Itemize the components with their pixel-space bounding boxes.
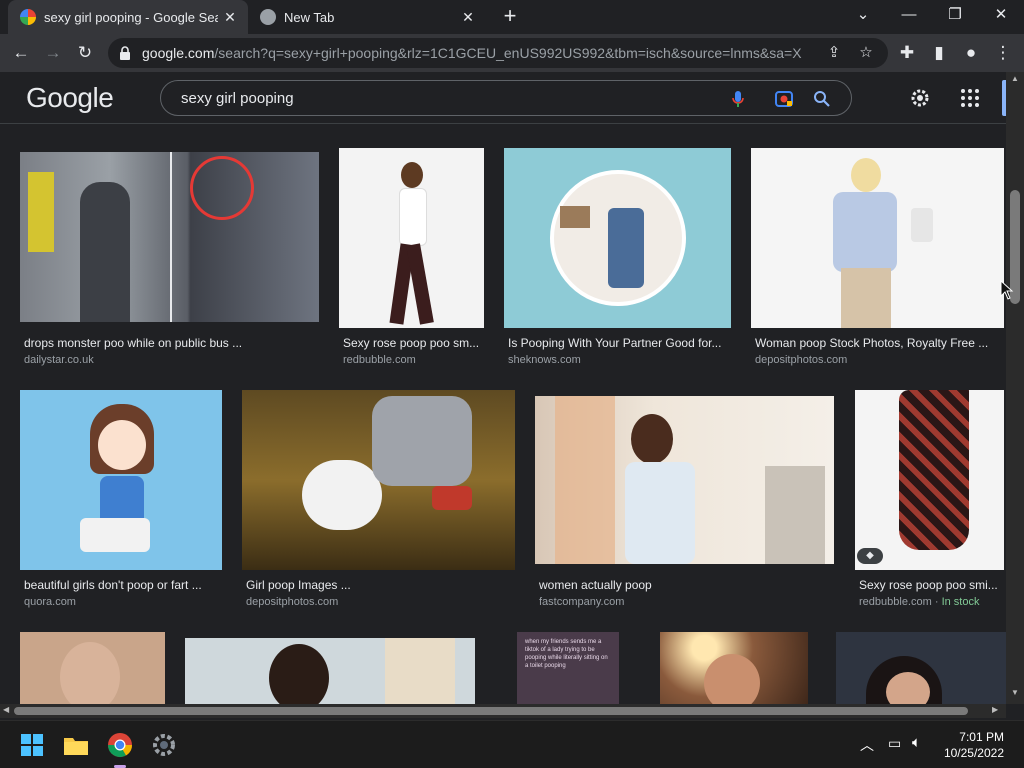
lock-icon [120, 46, 130, 60]
tab-title: New Tab [284, 9, 335, 25]
scroll-up-arrow-icon[interactable]: ▲ [1011, 74, 1019, 83]
taskbar-clock[interactable]: 7:01 PM 10/25/2022 [944, 729, 1004, 761]
side-panel-icon[interactable]: ▮ [926, 40, 952, 66]
scroll-down-arrow-icon[interactable]: ▼ [1011, 688, 1019, 697]
result-thumbnail[interactable] [242, 390, 515, 570]
new-tab-plus-icon[interactable]: + [498, 5, 522, 29]
result-caption[interactable]: Woman poop Stock Photos, Royalty Free ..… [755, 336, 1003, 350]
clock-time: 7:01 PM [959, 730, 1004, 744]
tab-new-tab[interactable]: New Tab ✕ [250, 0, 486, 34]
result-caption[interactable]: Sexy rose poop poo smi... [859, 578, 1005, 592]
windows-start-icon[interactable] [18, 731, 46, 759]
file-explorer-folder-icon[interactable] [62, 731, 90, 759]
reload-icon[interactable]: ↻ [72, 40, 98, 66]
vertical-scrollbar[interactable]: ▲ ▼ [1006, 72, 1024, 704]
close-tab-icon[interactable]: ✕ [456, 9, 480, 26]
result-thumbnail[interactable] [339, 148, 484, 328]
meme-text: when my friends sends me a tiktok of a l… [525, 639, 608, 669]
url-path: /search?q=sexy+girl+pooping&rlz=1C1GCEU_… [214, 45, 802, 61]
restore-icon[interactable]: ❐ [932, 0, 978, 32]
menu-kebab-icon[interactable]: ⋮ [990, 40, 1016, 66]
chrome-favicon-icon [260, 9, 276, 25]
result-source-domain: redbubble.com [859, 596, 932, 608]
result-thumbnail[interactable] [504, 148, 731, 328]
result-caption[interactable]: Sexy rose poop poo sm... [343, 336, 483, 350]
result-source[interactable]: fastcompany.com [539, 596, 624, 608]
google-logo[interactable]: Google [26, 82, 114, 114]
tab-strip: sexy girl pooping - Google Search ✕ New … [0, 0, 1024, 34]
search-icon[interactable] [811, 88, 833, 110]
result-source[interactable]: redbubble.com [343, 354, 416, 366]
horizontal-scroll-thumb[interactable] [14, 707, 968, 715]
result-thumbnail[interactable] [185, 638, 475, 704]
google-favicon-icon [20, 9, 36, 25]
url-host: google.com [142, 45, 215, 61]
camera-lens-icon[interactable] [773, 88, 795, 110]
search-box[interactable]: sexy girl pooping [160, 80, 852, 116]
show-hidden-icons-chevron-icon[interactable]: ︿ [860, 735, 874, 755]
forward-arrow-icon[interactable]: → [40, 40, 66, 66]
result-source[interactable]: depositphotos.com [755, 354, 847, 366]
mouse-cursor-icon [1000, 280, 1014, 300]
result-caption[interactable]: drops monster poo while on public bus ..… [24, 336, 314, 350]
settings-gear-icon[interactable] [908, 86, 932, 110]
minimize-icon[interactable]: — [886, 0, 932, 32]
microphone-icon[interactable] [727, 88, 749, 110]
result-thumbnail[interactable] [751, 148, 1004, 328]
result-thumbnail[interactable]: when my friends sends me a tiktok of a l… [517, 632, 619, 704]
result-thumbnail[interactable] [20, 632, 165, 704]
bookmark-star-icon[interactable]: ☆ [856, 43, 876, 63]
close-tab-icon[interactable]: ✕ [218, 9, 242, 26]
google-header: Google sexy girl pooping [0, 72, 1006, 124]
extensions-puzzle-icon[interactable]: ✚ [894, 40, 920, 66]
url-text: google.com/search?q=sexy+girl+pooping&rl… [142, 45, 802, 61]
apps-grid-icon[interactable] [958, 86, 982, 110]
horizontal-scrollbar[interactable]: ◀ ▶ [0, 704, 1006, 718]
result-source[interactable]: depositphotos.com [246, 596, 338, 608]
result-source[interactable]: sheknows.com [508, 354, 581, 366]
close-window-icon[interactable]: ✕ [978, 0, 1024, 32]
profile-avatar-icon[interactable]: ● [958, 40, 984, 66]
result-thumbnail[interactable] [836, 632, 1006, 704]
price-tag-icon: ◆ [857, 548, 883, 564]
result-thumbnail[interactable] [535, 396, 834, 564]
result-caption[interactable]: beautiful girls don't poop or fart ... [24, 578, 220, 592]
scroll-left-arrow-icon[interactable]: ◀ [3, 705, 9, 714]
result-caption[interactable]: Is Pooping With Your Partner Good for... [508, 336, 730, 350]
volume-speaker-icon[interactable]: 🔈︎ [912, 734, 921, 751]
tab-title: sexy girl pooping - Google Search [44, 9, 218, 25]
google-images-page: Google sexy girl pooping drops monster p… [0, 72, 1006, 704]
chrome-browser-icon[interactable] [106, 731, 134, 759]
result-caption[interactable]: women actually poop [539, 578, 833, 592]
address-bar[interactable]: google.com/search?q=sexy+girl+pooping&rl… [108, 38, 888, 68]
windows-taskbar: ︿ ▭ 🔈︎ 7:01 PM 10/25/2022 [0, 720, 1024, 768]
result-caption[interactable]: Girl poop Images ... [246, 578, 514, 592]
result-thumbnail[interactable] [20, 152, 319, 322]
back-arrow-icon[interactable]: ← [8, 40, 34, 66]
search-input[interactable]: sexy girl pooping [181, 90, 294, 107]
result-source[interactable]: redbubble.com · In stock [859, 596, 979, 608]
clock-date: 10/25/2022 [943, 746, 1004, 760]
browser-toolbar: ← → ↻ google.com/search?q=sexy+girl+poop… [0, 34, 1024, 72]
result-source[interactable]: quora.com [24, 596, 76, 608]
tab-search-chevron-icon[interactable]: ⌄ [840, 0, 886, 32]
share-icon[interactable]: ⇪ [824, 43, 844, 63]
scroll-right-arrow-icon[interactable]: ▶ [992, 705, 998, 714]
network-icon[interactable]: ▭ [888, 735, 901, 752]
in-stock-badge: In stock [941, 596, 980, 608]
settings-gear-icon[interactable] [150, 731, 178, 759]
result-thumbnail[interactable] [20, 390, 222, 570]
result-source[interactable]: dailystar.co.uk [24, 354, 94, 366]
result-thumbnail[interactable] [660, 632, 808, 704]
tab-google-search[interactable]: sexy girl pooping - Google Search ✕ [8, 0, 248, 34]
result-thumbnail[interactable]: ◆ [855, 390, 1004, 570]
